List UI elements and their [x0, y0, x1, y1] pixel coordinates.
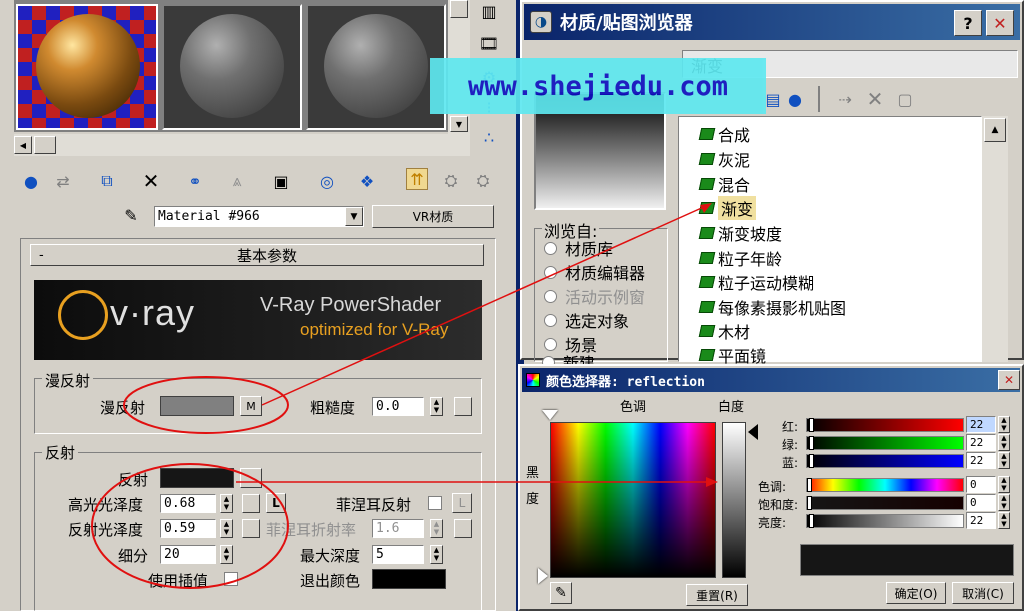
annotation-arrowhead-2 — [706, 477, 718, 487]
annotation-arrow-to-gradient — [261, 205, 707, 406]
annotation-arrowhead-1 — [700, 203, 712, 213]
annotation-overlay — [91, 203, 718, 589]
